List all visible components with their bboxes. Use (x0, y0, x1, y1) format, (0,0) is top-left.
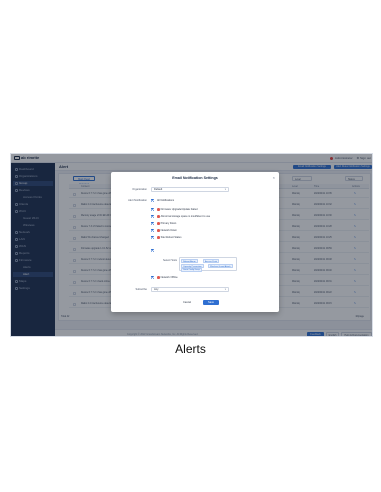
notification-option-label: Firmware Upgrade/Update Failed (157, 207, 198, 212)
warning-icon (157, 276, 160, 279)
notification-option-checkbox[interactable] (151, 222, 154, 225)
select-hosts-label: Select Hosts (163, 259, 178, 262)
network-offline-text: Network Offline (160, 276, 178, 279)
notification-option-text: Abnormal storage space is insufficient t… (160, 215, 211, 218)
notification-option-checkbox[interactable] (151, 215, 154, 218)
screenshot-frame: ab rimrite Administrator ⚙ Sign out Dash… (10, 153, 373, 337)
notification-option-checkbox[interactable] (151, 229, 154, 232)
network-offline-label: Network Offline (157, 275, 178, 280)
caption: Alerts (175, 342, 206, 356)
network-offline-checkbox[interactable] (151, 276, 154, 279)
chevron-down-icon: ▾ (224, 188, 226, 191)
cancel-button[interactable]: Cancel (179, 300, 195, 305)
warning-icon (157, 215, 160, 218)
notification-option-checkbox[interactable] (151, 236, 154, 239)
subscribe-select[interactable]: Any ▾ (151, 287, 229, 292)
notification-option-label: Site Reboot Status (157, 235, 181, 240)
organization-label: Organization (132, 188, 147, 191)
close-icon[interactable]: × (273, 175, 275, 180)
dialog-title: Email Notification Settings (172, 176, 218, 180)
site-reboot-checkbox[interactable] (151, 249, 154, 252)
warning-icon (157, 208, 160, 211)
organization-value: Default (154, 188, 163, 191)
hosts-multiselect[interactable]: Reboot Alarm Access Point Capacity Preve… (179, 257, 237, 272)
notification-option-checkbox[interactable] (151, 208, 154, 211)
subscribe-value: Any (154, 288, 159, 291)
chevron-down-icon: ▾ (224, 288, 226, 291)
warning-icon (157, 229, 160, 232)
host-tag[interactable]: Reboot Alarm (181, 259, 198, 263)
subscribe-label: Subscribe (135, 288, 147, 291)
notification-option-label: Primary Down (157, 221, 176, 226)
all-notifications-label: All Notifications (157, 199, 175, 202)
save-button[interactable]: Save (203, 300, 219, 305)
host-tag[interactable]: Access Point (203, 259, 220, 263)
notification-option-text: Primary Down (160, 222, 177, 225)
all-notifications-checkbox[interactable] (151, 199, 154, 202)
warning-icon (157, 236, 160, 239)
notification-option-label: Abnormal storage space is insufficient t… (157, 214, 210, 219)
alert-notification-label: Alert Notification (128, 199, 147, 202)
host-tag[interactable]: Capacity Prevention (181, 263, 204, 268)
host-tag[interactable]: Wireless Guard Attack (208, 263, 233, 268)
notification-option-label: Network Down (157, 228, 177, 233)
notification-option-text: Site Reboot Status (160, 236, 182, 239)
notification-option-text: Network Down (160, 229, 177, 232)
host-tag[interactable]: Guest Config Group (181, 268, 202, 272)
organization-select[interactable]: Default ▾ (151, 187, 229, 192)
notification-option-text: Firmware Upgrade/Update Failed (160, 208, 198, 211)
email-notification-dialog: Email Notification Settings × Organizati… (111, 172, 279, 312)
warning-icon (157, 222, 160, 225)
